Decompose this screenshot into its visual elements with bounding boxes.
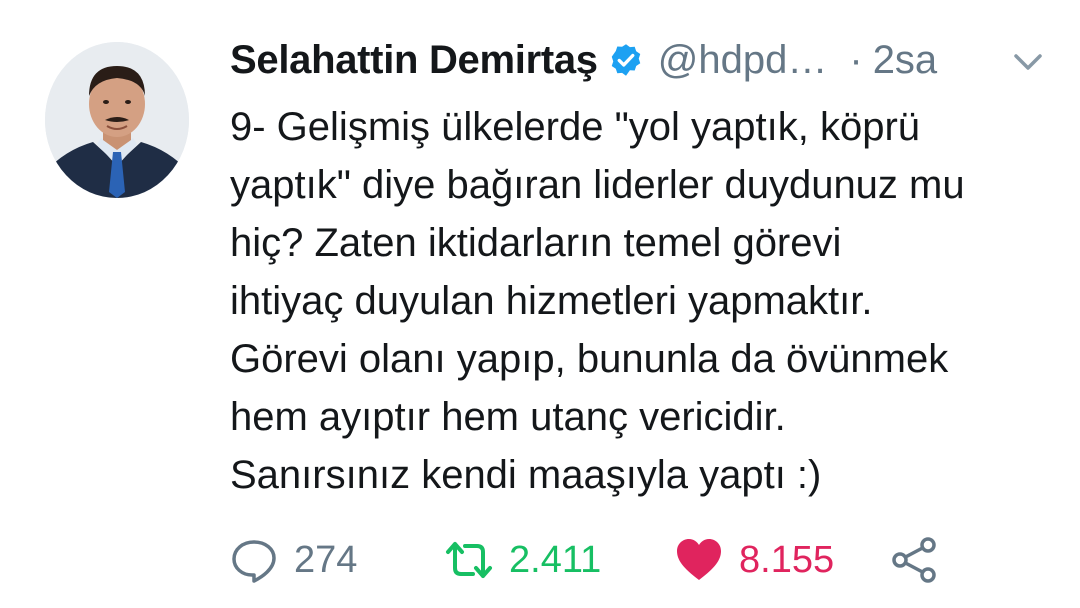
reply-button[interactable]: 274 [230,530,357,590]
like-button[interactable]: 8.155 [675,530,834,590]
tweet-card[interactable]: Selahattin Demirtaş @hdpd… · 2sa 9- Geli… [0,0,1080,608]
reply-count: 274 [294,538,358,581]
profile-photo-icon [45,42,189,198]
share-button[interactable] [890,530,938,590]
display-name[interactable]: Selahattin Demirtaş [230,38,598,83]
verified-badge-icon [611,44,641,76]
retweet-icon [446,542,492,578]
separator-dot: · [849,37,863,82]
timestamp[interactable]: 2sa [873,38,938,83]
retweet-count: 2.411 [509,538,602,581]
chevron-down-icon[interactable] [1010,50,1046,74]
share-icon [892,537,936,583]
tweet-header: Selahattin Demirtaş @hdpd… · 2sa [230,30,937,90]
avatar[interactable] [45,42,189,198]
like-count: 8.155 [739,538,835,581]
tweet-actions: 274 2.411 8.155 [230,530,1030,590]
tweet-text: 9- Gelişmiş ülkelerde "yol yaptık, köprü… [230,105,965,497]
user-handle[interactable]: @hdpd… [658,38,828,83]
heart-icon [677,539,721,580]
retweet-button[interactable]: 2.411 [445,530,601,590]
reply-icon [232,540,276,583]
